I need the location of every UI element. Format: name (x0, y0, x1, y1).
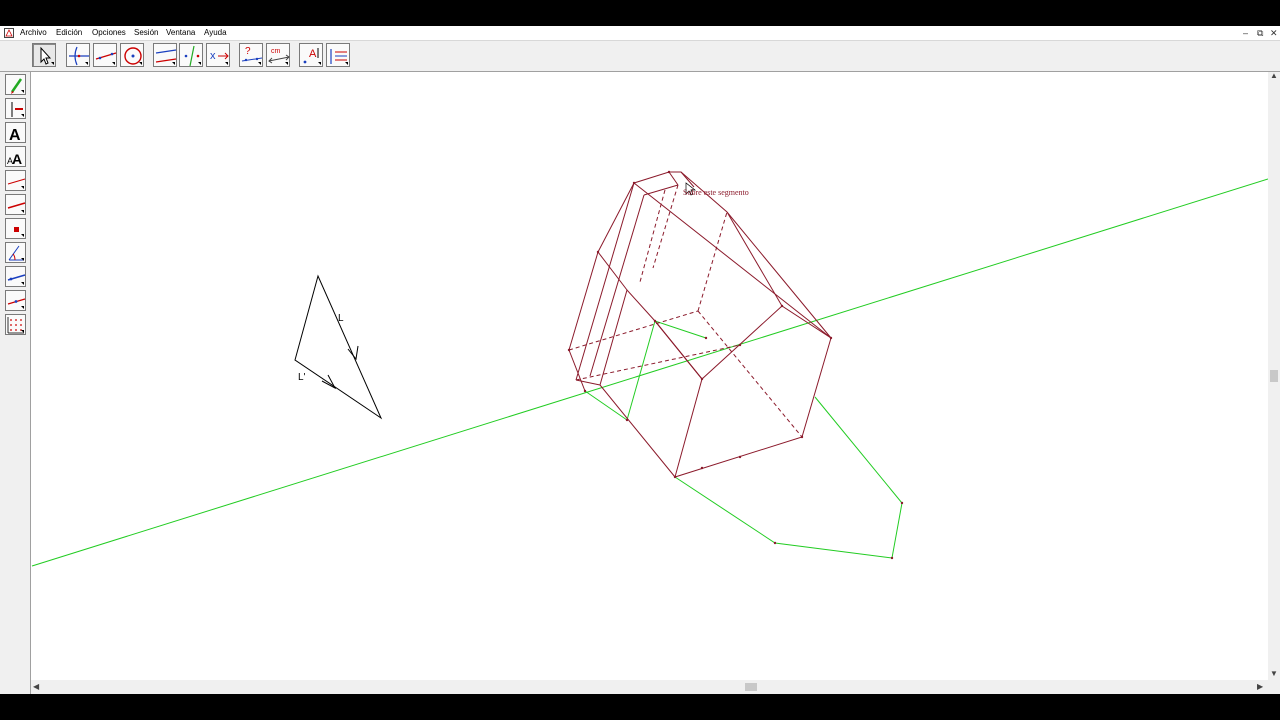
app-window: Archivo Edición Opciones Sesión Ventana … (0, 26, 1280, 694)
properties-tool-button[interactable]: ? (239, 43, 263, 67)
svg-text:A: A (12, 151, 22, 167)
angle-tool-button[interactable] (5, 242, 26, 263)
scroll-left-icon[interactable]: ◀ (33, 683, 39, 691)
label-text-icon: A A (7, 151, 22, 167)
segment-label-tool-button[interactable] (5, 98, 26, 119)
drawing-canvas[interactable]: L L' Sobre este segmento (31, 72, 1268, 680)
geometry-figure: L L' Sobre este segmento (31, 170, 1268, 567)
segment-mark-tool-button[interactable] (5, 290, 26, 311)
svg-text:A: A (309, 48, 317, 60)
menu-opciones[interactable]: Opciones (92, 28, 126, 38)
horizontal-scrollbar[interactable]: ◀ ▶ (31, 680, 1268, 694)
restore-button[interactable]: ⧉ (1257, 27, 1263, 39)
hexagonal-prism[interactable] (568, 171, 832, 478)
menu-sesion[interactable]: Sesión (134, 28, 158, 38)
horizontal-scroll-thumb[interactable] (745, 683, 757, 691)
direction-triangle[interactable] (294, 274, 383, 420)
point-style-tool-button[interactable] (5, 218, 26, 239)
vertical-scroll-thumb[interactable] (1270, 370, 1278, 382)
curves-tool-button[interactable] (66, 43, 90, 67)
close-button[interactable]: ✕ (1270, 27, 1278, 39)
hover-tooltip: Sobre este segmento (683, 188, 749, 197)
grid-tool-button[interactable] (5, 314, 26, 335)
circles-tool-button[interactable] (120, 43, 144, 67)
menu-ayuda[interactable]: Ayuda (204, 28, 227, 38)
vertical-scrollbar[interactable]: ▲ ▼ (1268, 72, 1280, 680)
svg-text:A: A (9, 127, 21, 144)
segment-color-tool-button[interactable] (5, 266, 26, 287)
svg-text:cm: cm (271, 48, 281, 55)
line-thickness-tool-button[interactable] (5, 194, 26, 215)
green-projection[interactable] (584, 320, 903, 559)
text-icon: A (9, 127, 21, 144)
menu-ventana[interactable]: Ventana (166, 28, 195, 38)
minimize-button[interactable]: – (1243, 27, 1248, 39)
lines-tool-button[interactable] (93, 43, 117, 67)
menu-bar: Archivo Edición Opciones Sesión Ventana … (0, 26, 1280, 41)
transformations-tool-button[interactable] (179, 43, 203, 67)
vertex-points[interactable] (567, 170, 904, 560)
green-line[interactable] (31, 178, 1268, 567)
svg-text:?: ? (245, 46, 251, 57)
svg-text:x: x (210, 50, 216, 62)
draw-tool-button[interactable] (326, 43, 350, 67)
label-l-prime: L' (298, 372, 306, 383)
attributes-palette: A A A (0, 72, 31, 694)
label-text-tool-button[interactable]: A A (5, 146, 26, 167)
constructions-tool-button[interactable] (153, 43, 177, 67)
display-tool-button[interactable]: A (299, 43, 323, 67)
app-icon (4, 28, 14, 38)
pointer-tool-button[interactable] (32, 43, 56, 67)
scroll-down-icon[interactable]: ▼ (1270, 670, 1278, 678)
toolbar: x ? cm A (0, 41, 1280, 72)
scroll-up-icon[interactable]: ▲ (1270, 72, 1278, 80)
menu-edicion[interactable]: Edición (56, 28, 82, 38)
macros-tool-button[interactable]: x (206, 43, 230, 67)
scroll-right-icon[interactable]: ▶ (1257, 683, 1263, 691)
hidden-edges (568, 184, 803, 438)
text-tool-button[interactable]: A (5, 122, 26, 144)
label-l: L (338, 313, 344, 324)
measure-tool-button[interactable]: cm (266, 43, 290, 67)
line-style-tool-button[interactable] (5, 170, 26, 191)
menu-archivo[interactable]: Archivo (20, 28, 47, 38)
pencil-tool-button[interactable] (5, 74, 26, 95)
